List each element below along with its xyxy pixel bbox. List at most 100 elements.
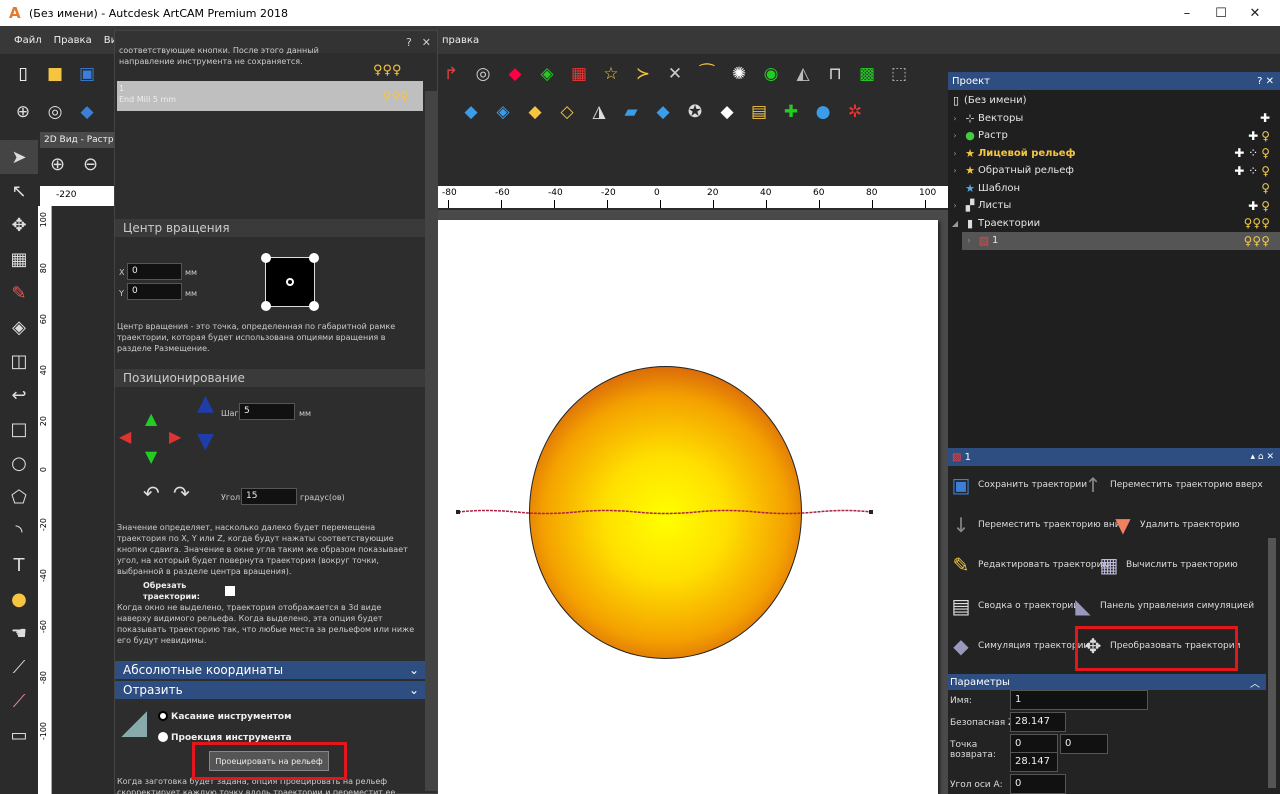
relief-tool-icon[interactable]: ◆ [650, 99, 676, 125]
move-right-x-icon[interactable]: ▶ [169, 427, 181, 446]
tree-item-front-relief[interactable]: › ★ Лицевой рельеф ✚ ⁘ ♀ [948, 145, 1280, 163]
rotate-ccw-icon[interactable]: ↶ [143, 481, 160, 505]
relief-tool-icon[interactable]: ◇ [554, 99, 580, 125]
simulation-panel-action[interactable]: ◣ Панель управления симуляцией [1072, 593, 1254, 619]
step-input[interactable]: 5 [239, 403, 295, 420]
open-folder-icon[interactable]: ■ [42, 61, 68, 87]
add-icon[interactable]: ✚ [778, 99, 804, 125]
toolpath-tool-icon[interactable]: ⊓ [822, 61, 848, 87]
drop-icon[interactable]: ● [0, 582, 38, 616]
rotation-center-picker[interactable] [261, 253, 319, 311]
move-up-y-icon[interactable]: ▲ [145, 409, 157, 428]
delete-toolpath-action[interactable]: ▼ Удалить траекторию [1112, 512, 1239, 538]
fill-icon[interactable]: ◈ [0, 310, 38, 344]
fit-view-icon[interactable]: ◎ [42, 99, 68, 125]
save-toolpath-action[interactable]: ▣ Сохранить траектории [950, 472, 1088, 498]
erase-relief-icon[interactable]: ▭ [0, 718, 38, 752]
toolpath-tool-icon[interactable]: ◭ [790, 61, 816, 87]
toolpath-tool-icon[interactable]: ☆ [598, 61, 624, 87]
toolpath-tool-icon[interactable]: ◎ [470, 61, 496, 87]
name-input[interactable]: 1 [1010, 690, 1148, 710]
zoom-icon[interactable]: ⊕ [10, 99, 36, 125]
new-file-icon[interactable]: ▯ [10, 61, 36, 87]
text-icon[interactable]: T [0, 548, 38, 582]
help-icon[interactable]: ? [406, 36, 412, 49]
dock-scrollbar[interactable] [425, 91, 437, 791]
toolpath-tool-icon[interactable]: ↱ [438, 61, 464, 87]
grid-icon[interactable]: ▦ [0, 242, 38, 276]
relief-tool-icon[interactable]: ◈ [490, 99, 516, 125]
angle-input[interactable]: 15 [241, 488, 297, 505]
edit-toolpath-action[interactable]: ✎ Редактировать траекторию [950, 552, 1110, 578]
arc-icon[interactable]: ◝ [0, 514, 38, 548]
close-button[interactable]: ✕ [1238, 0, 1272, 26]
brush-icon[interactable]: ⟋ [0, 684, 38, 718]
relief-tool-icon[interactable]: ▤ [746, 99, 772, 125]
save-icon[interactable]: ▣ [74, 61, 100, 87]
relief-tool-icon[interactable]: ◮ [586, 99, 612, 125]
panel-controls[interactable]: ▴ ⌂ ✕ [1251, 452, 1275, 462]
relief-tool-icon[interactable]: ◆ [714, 99, 740, 125]
toolpath-tool-icon[interactable]: ✕ [662, 61, 688, 87]
canvas-area[interactable] [438, 210, 948, 794]
return-z-input[interactable]: 28.147 [1010, 752, 1058, 772]
tool-visibility-icons[interactable]: ♀♀♀ [373, 63, 402, 78]
toolpath-tool-icon[interactable]: ▩ [854, 61, 880, 87]
close-icon[interactable]: ✕ [422, 36, 431, 49]
zoom-out-icon[interactable]: ⊖ [83, 154, 98, 175]
polyline-icon[interactable]: ↩ [0, 378, 38, 412]
tree-item-raster[interactable]: › ● Растр ✚ ♀ [948, 127, 1280, 145]
reflect-header[interactable]: Отразить ⌄ [115, 681, 425, 699]
tree-item-toolpath-1[interactable]: › ▨ 1 ♀♀♀ [962, 232, 1280, 250]
node-edit-icon[interactable]: ↖ [0, 174, 38, 208]
zoom-in-icon[interactable]: ⊕ [50, 154, 65, 175]
relief-tool-icon[interactable]: ◆ [458, 99, 484, 125]
relief-tool-icon[interactable]: ● [810, 99, 836, 125]
toolpath-tool-icon[interactable]: ◆ [502, 61, 528, 87]
tree-item-back-relief[interactable]: › ★ Обратный рельеф ✚ ⁘ ♀ [948, 162, 1280, 180]
toolpath-tool-icon[interactable]: ◉ [758, 61, 784, 87]
view-tab[interactable]: 2D Вид - Растр [40, 132, 114, 148]
y-input[interactable]: 0 [127, 283, 182, 300]
move-toolpath-down-action[interactable]: ↓ Переместить траекторию вниз [950, 512, 1126, 538]
toolpath-summary-action[interactable]: ▤ Сводка о траектории [950, 593, 1080, 619]
move-icon[interactable]: ✥ [0, 208, 38, 242]
toolpath-tool-icon[interactable]: ⬚ [886, 61, 912, 87]
toolpath-tool-icon[interactable]: ◈ [534, 61, 560, 87]
move-z-up-icon[interactable]: ▲ [197, 393, 214, 415]
return-y-input[interactable]: 0 [1060, 734, 1108, 754]
x-input[interactable]: 0 [127, 263, 182, 280]
menu-file[interactable]: Файл [8, 35, 48, 46]
rotate-cw-icon[interactable]: ↷ [173, 481, 190, 505]
clip-checkbox[interactable] [225, 586, 235, 596]
calculate-toolpath-action[interactable]: ▦ Вычислить траекторию [1098, 552, 1238, 578]
move-down-y-icon[interactable]: ▼ [145, 447, 157, 466]
toolpath-tool-icon[interactable]: ≻ [630, 61, 656, 87]
simulate-toolpath-action[interactable]: ◆ Симуляция траектории [950, 633, 1089, 659]
knife-icon[interactable]: ⟋ [0, 650, 38, 684]
material-icon[interactable]: ◆ [74, 99, 100, 125]
rectangle-icon[interactable]: □ [0, 412, 38, 446]
move-z-down-icon[interactable]: ▼ [197, 431, 214, 453]
relief-tool-icon[interactable]: ✪ [682, 99, 708, 125]
move-toolpath-up-action[interactable]: ↑ Переместить траекторию вверх [1082, 472, 1263, 498]
toolpath-tool-icon[interactable]: ▦ [566, 61, 592, 87]
toolpath-tool-icon[interactable]: ✺ [726, 61, 752, 87]
a-angle-input[interactable]: 0 [1010, 774, 1066, 794]
parameters-header[interactable]: Параметры ︿ [948, 674, 1266, 690]
panel-scrollbar[interactable] [1268, 538, 1276, 788]
radio-tool-projection[interactable] [158, 732, 168, 742]
polygon-icon[interactable]: ⬠ [0, 480, 38, 514]
relief-tool-icon[interactable]: ▰ [618, 99, 644, 125]
project-root[interactable]: ▯ (Без имени) [948, 92, 1280, 110]
tree-item-vectors[interactable]: › ⊹ Векторы ✚ [948, 110, 1280, 128]
relief-tool-icon[interactable]: ◆ [522, 99, 548, 125]
tool-item[interactable]: 1 End Mill 5 mm ♀♀♀ [117, 81, 423, 111]
relief-tool-icon[interactable]: ✲ [842, 99, 868, 125]
radio-tool-touch[interactable] [158, 711, 168, 721]
pencil-icon[interactable]: ✎ [0, 276, 38, 310]
help-icon[interactable]: ? ✕ [1257, 76, 1274, 87]
abs-coords-header[interactable]: Абсолютные координаты ⌄ [115, 661, 425, 679]
move-left-x-icon[interactable]: ◀ [119, 427, 131, 446]
safe-z-input[interactable]: 28.147 [1010, 712, 1066, 732]
